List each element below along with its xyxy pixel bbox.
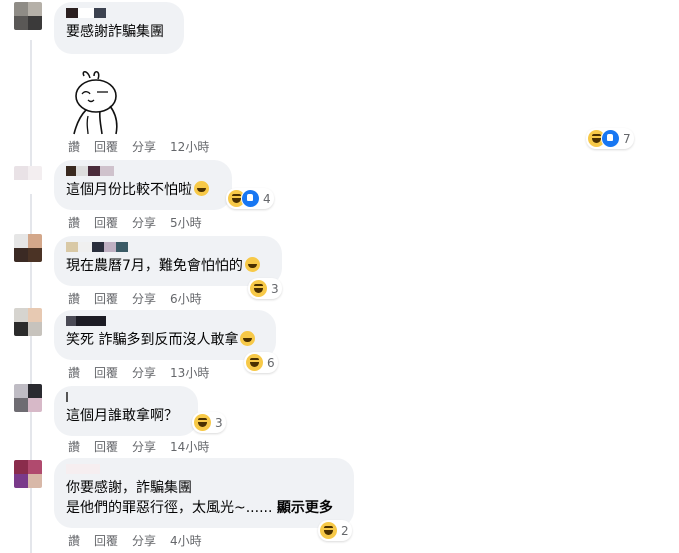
like-link[interactable]: 讚: [68, 532, 80, 549]
reaction-summary[interactable]: 3: [192, 412, 226, 433]
comment-bubble: 你要感謝，詐騙集團 是他們的罪惡行徑，太風光~...... 顯示更多: [54, 458, 354, 528]
reaction-count: 6: [267, 355, 275, 370]
see-more-link[interactable]: 顯示更多: [277, 500, 333, 516]
haha-reaction-icon: [245, 353, 264, 372]
reply-link[interactable]: 回覆: [94, 138, 118, 155]
share-link[interactable]: 分享: [132, 290, 156, 307]
reaction-count: 7: [623, 131, 631, 146]
commenter-name-blurred[interactable]: [66, 392, 186, 402]
reaction-count: 3: [271, 281, 279, 296]
timestamp[interactable]: 12小時: [170, 138, 209, 155]
comment-actions: 讚 回覆 分享 6小時: [68, 290, 202, 307]
comment-text-line2: 是他們的罪惡行徑，太風光~...... 顯示更多: [66, 500, 333, 516]
reply-link[interactable]: 回覆: [94, 364, 118, 381]
comment-actions: 讚 回覆 分享 5小時: [68, 214, 202, 231]
comment-actions: 讚 回覆 分享 4小時: [68, 532, 202, 549]
reaction-count: 2: [341, 523, 349, 538]
commenter-name-blurred[interactable]: [66, 242, 270, 252]
share-link[interactable]: 分享: [132, 138, 156, 155]
reply-link[interactable]: 回覆: [94, 438, 118, 455]
commenter-name-blurred[interactable]: [66, 8, 172, 18]
like-link[interactable]: 讚: [68, 290, 80, 307]
commenter-name-blurred[interactable]: [66, 316, 264, 326]
haha-reaction-icon: [193, 413, 212, 432]
rofl-emoji-icon: [194, 181, 209, 196]
comment-bubble: 這個月份比較不怕啦: [54, 160, 232, 210]
comment-text-line1: 你要感謝，詐騙集團: [66, 480, 192, 496]
like-reaction-icon: [601, 129, 620, 148]
reply-link[interactable]: 回覆: [94, 214, 118, 231]
comment-bubble: 笑死 詐騙多到反而沒人敢拿: [54, 310, 276, 360]
reaction-summary[interactable]: 2: [318, 520, 352, 541]
reaction-count: 4: [263, 191, 271, 206]
like-link[interactable]: 讚: [68, 364, 80, 381]
comment-actions: 讚 回覆 分享 12小時: [68, 138, 209, 155]
timestamp[interactable]: 4小時: [170, 532, 202, 549]
rabbit-sticker: [73, 71, 118, 135]
comment-text: 這個月份比較不怕啦: [66, 180, 220, 200]
comment-text: 現在農曆7月，難免會怕怕的: [66, 256, 270, 276]
share-link[interactable]: 分享: [132, 532, 156, 549]
comment-text: 要感謝詐騙集團: [66, 24, 164, 40]
commenter-name-blurred[interactable]: [66, 166, 220, 176]
share-link[interactable]: 分享: [132, 364, 156, 381]
avatar[interactable]: [14, 308, 42, 336]
share-link[interactable]: 分享: [132, 438, 156, 455]
reply-link[interactable]: 回覆: [94, 290, 118, 307]
like-link[interactable]: 讚: [68, 438, 80, 455]
like-link[interactable]: 讚: [68, 214, 80, 231]
haha-reaction-icon: [249, 279, 268, 298]
reaction-summary[interactable]: 3: [248, 278, 282, 299]
comment-actions: 讚 回覆 分享 14小時: [68, 438, 209, 455]
reaction-summary[interactable]: 7: [586, 128, 634, 149]
comment-bubble: 這個月誰敢拿啊？: [54, 386, 198, 436]
grin-emoji-icon: [244, 257, 260, 272]
avatar[interactable]: [14, 166, 42, 194]
comment-bubble: 要感謝詐騙集團: [54, 2, 184, 54]
comment-actions: 讚 回覆 分享 13小時: [68, 364, 209, 381]
like-reaction-icon: [241, 189, 260, 208]
comment-bubble: 現在農曆7月，難免會怕怕的: [54, 236, 282, 286]
timestamp[interactable]: 13小時: [170, 364, 209, 381]
reaction-count: 3: [215, 415, 223, 430]
avatar[interactable]: [14, 460, 42, 488]
haha-reaction-icon: [319, 521, 338, 540]
timestamp[interactable]: 14小時: [170, 438, 209, 455]
reaction-summary[interactable]: 6: [244, 352, 278, 373]
share-link[interactable]: 分享: [132, 214, 156, 231]
comment-text: 這個月誰敢拿啊？: [66, 408, 178, 424]
avatar[interactable]: [14, 2, 42, 30]
timestamp[interactable]: 6小時: [170, 290, 202, 307]
rofl-emoji-icon: [240, 331, 256, 346]
commenter-name-blurred[interactable]: [66, 464, 342, 474]
like-link[interactable]: 讚: [68, 138, 80, 155]
timestamp[interactable]: 5小時: [170, 214, 202, 231]
avatar[interactable]: [14, 384, 42, 412]
reply-link[interactable]: 回覆: [94, 532, 118, 549]
reaction-summary[interactable]: 4: [226, 188, 274, 209]
avatar[interactable]: [14, 234, 42, 262]
comment-text: 笑死 詐騙多到反而沒人敢拿: [66, 330, 264, 350]
